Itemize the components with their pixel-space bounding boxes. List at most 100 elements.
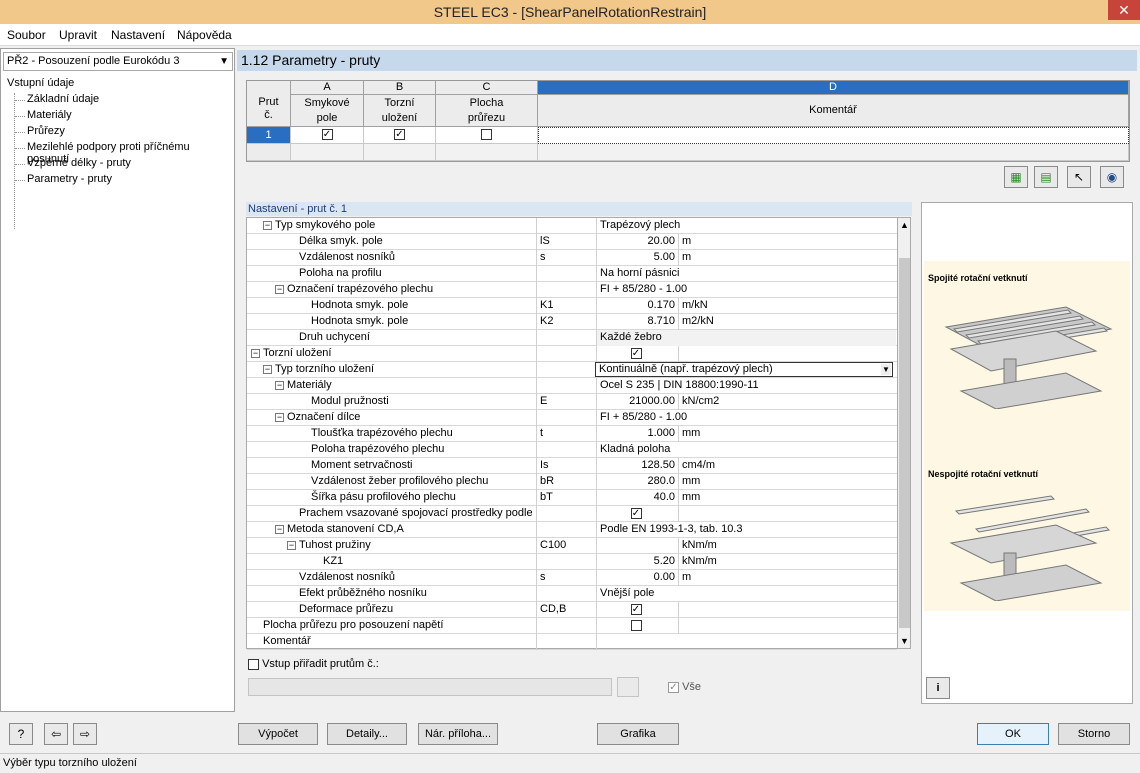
settings-row-value[interactable]: Každé žebro bbox=[596, 330, 896, 346]
cell-comment[interactable] bbox=[538, 127, 1129, 144]
settings-row[interactable]: Hodnota smyk. pole K1 0.170 m/kN bbox=[247, 298, 897, 314]
settings-row[interactable]: Deformace průřezu CD,B ✓ bbox=[247, 602, 897, 618]
checkbox-shear-panel[interactable]: ✓ bbox=[321, 128, 333, 140]
menu-edit[interactable]: Upravit bbox=[59, 28, 97, 42]
cancel-button[interactable]: Storno bbox=[1058, 723, 1130, 745]
settings-row-value[interactable]: FI + 85/280 - 1.00 bbox=[596, 410, 896, 426]
collapse-icon[interactable]: − bbox=[275, 380, 284, 390]
settings-row[interactable]: − Typ torzního uložení Kontinuálně (např. … bbox=[247, 362, 897, 378]
cell-empty[interactable] bbox=[538, 144, 1129, 161]
tree-item-buckling-lengths[interactable]: Vzpěrné délky - pruty bbox=[27, 157, 131, 169]
settings-row-value[interactable] bbox=[596, 618, 678, 634]
tree-root-input-data[interactable]: Vstupní údaje bbox=[7, 77, 74, 89]
national-annex-button[interactable]: Nár. příloha... bbox=[418, 723, 498, 745]
settings-row-value[interactable]: 0.00 bbox=[596, 570, 678, 586]
settings-row-value[interactable] bbox=[596, 538, 678, 554]
settings-row[interactable]: Efekt průběžného nosníku Vnější pole bbox=[247, 586, 897, 602]
ok-button[interactable]: OK bbox=[977, 723, 1049, 745]
assign-members-checkbox[interactable] bbox=[248, 658, 259, 670]
checkbox-cross-section-area[interactable] bbox=[481, 128, 492, 140]
settings-row[interactable]: Druh uchycení Každé žebro bbox=[247, 330, 897, 346]
settings-checkbox[interactable]: ✓ bbox=[630, 347, 642, 359]
settings-row-value[interactable]: ✓ bbox=[596, 602, 678, 618]
settings-row-value[interactable]: Ocel S 235 | DIN 18800:1990-11 bbox=[596, 378, 896, 394]
settings-row-value[interactable]: FI + 85/280 - 1.00 bbox=[596, 282, 896, 298]
settings-row-value[interactable]: 1.000 bbox=[596, 426, 678, 442]
select-pick-icon[interactable]: ↖ bbox=[1067, 166, 1091, 188]
settings-row[interactable]: − Metoda stanovení CD,A Podle EN 1993-1-3,… bbox=[247, 522, 897, 538]
settings-row[interactable]: Poloha trapézového plechu Kladná poloha bbox=[247, 442, 897, 458]
info-icon[interactable]: i bbox=[926, 677, 950, 699]
tree-item-cross-sections[interactable]: Průřezy bbox=[27, 125, 65, 137]
settings-checkbox[interactable]: ✓ bbox=[630, 507, 642, 519]
calculation-button[interactable]: Výpočet bbox=[238, 723, 318, 745]
tree-item-materials[interactable]: Materiály bbox=[27, 109, 72, 121]
view-eye-icon[interactable]: ◉ bbox=[1100, 166, 1124, 188]
torsional-restraint-type-select[interactable]: Kontinuálně (např. trapézový plech) ▼ bbox=[595, 362, 893, 377]
settings-row[interactable]: Šířka pásu profilového plechu bT 40.0 mm bbox=[247, 490, 897, 506]
settings-row-value[interactable]: ✓ bbox=[596, 506, 678, 522]
cell-empty[interactable] bbox=[436, 144, 538, 161]
settings-row[interactable]: Poloha na profilu Na horní pásnici bbox=[247, 266, 897, 282]
col-letter-c[interactable]: C bbox=[436, 81, 538, 95]
settings-row[interactable]: Vzdálenost nosníků s 0.00 m bbox=[247, 570, 897, 586]
settings-row-value[interactable]: Vnější pole bbox=[596, 586, 896, 602]
settings-row-value[interactable]: Podle EN 1993-1-3, tab. 10.3 bbox=[596, 522, 896, 538]
col-letter-a[interactable]: A bbox=[291, 81, 364, 95]
settings-row-value[interactable]: Kladná poloha bbox=[596, 442, 896, 458]
tree-item-basic-data[interactable]: Základní údaje bbox=[27, 93, 99, 105]
settings-row-value[interactable] bbox=[596, 634, 896, 650]
settings-row-value[interactable]: Trapézový plech bbox=[596, 218, 896, 234]
next-icon[interactable]: ⇨ bbox=[73, 723, 97, 745]
previous-icon[interactable]: ⇦ bbox=[44, 723, 68, 745]
settings-checkbox[interactable]: ✓ bbox=[630, 603, 642, 615]
collapse-icon[interactable]: − bbox=[263, 220, 272, 230]
settings-row[interactable]: Hodnota smyk. pole K2 8.710 m2/kN bbox=[247, 314, 897, 330]
import-excel-icon[interactable]: ▤ bbox=[1034, 166, 1058, 188]
settings-row-value[interactable]: 8.710 bbox=[596, 314, 678, 330]
col-letter-b[interactable]: B bbox=[364, 81, 436, 95]
assign-members-label[interactable]: Vstup přiřadit prutům č.: bbox=[248, 658, 379, 670]
row-number-empty[interactable] bbox=[247, 144, 291, 161]
collapse-icon[interactable]: − bbox=[275, 524, 284, 534]
help-icon[interactable]: ? bbox=[9, 723, 33, 745]
pick-members-icon[interactable] bbox=[617, 677, 639, 697]
settings-row-value[interactable]: 40.0 bbox=[596, 490, 678, 506]
export-excel-icon[interactable]: ▦ bbox=[1004, 166, 1028, 188]
settings-row-value[interactable]: 0.170 bbox=[596, 298, 678, 314]
checkbox-torsional-restraint[interactable]: ✓ bbox=[394, 128, 405, 140]
settings-row[interactable]: − Označení trapézového plechu FI + 85/280 … bbox=[247, 282, 897, 298]
settings-row[interactable]: Plocha průřezu pro posouzení napětí bbox=[247, 618, 897, 634]
chevron-down-icon[interactable]: ▼ bbox=[881, 364, 891, 375]
settings-row[interactable]: − Typ smykového pole Trapézový plech bbox=[247, 218, 897, 234]
settings-row-value[interactable]: 5.00 bbox=[596, 250, 678, 266]
settings-row[interactable]: Prachem vsazované spojovací prostředky p… bbox=[247, 506, 897, 522]
settings-row[interactable]: KZ1 5.20 kNm/m bbox=[247, 554, 897, 570]
collapse-icon[interactable]: − bbox=[263, 364, 272, 374]
all-members-check[interactable]: ✓ Vše bbox=[668, 681, 701, 693]
assign-members-input[interactable] bbox=[248, 678, 612, 696]
all-members-checkbox[interactable]: ✓ bbox=[668, 681, 679, 693]
collapse-icon[interactable]: − bbox=[275, 284, 284, 294]
col-letter-d[interactable]: D bbox=[538, 81, 1129, 95]
settings-row-value[interactable]: 280.0 bbox=[596, 474, 678, 490]
settings-row-value[interactable]: 21000.00 bbox=[596, 394, 678, 410]
row-number[interactable]: 1 bbox=[247, 127, 291, 144]
cell-empty[interactable] bbox=[364, 144, 436, 161]
settings-row[interactable]: Délka smyk. pole lS 20.00 m bbox=[247, 234, 897, 250]
settings-row[interactable]: Vzdálenost nosníků s 5.00 m bbox=[247, 250, 897, 266]
settings-row-value[interactable]: 20.00 bbox=[596, 234, 678, 250]
scroll-up-icon[interactable]: ▲ bbox=[900, 220, 909, 230]
cell-cross-section-area[interactable] bbox=[436, 127, 538, 144]
scroll-thumb[interactable] bbox=[899, 258, 910, 628]
settings-row[interactable]: Komentář bbox=[247, 634, 897, 650]
settings-row[interactable]: Tloušťka trapézového plechu t 1.000 mm bbox=[247, 426, 897, 442]
settings-checkbox[interactable] bbox=[630, 619, 642, 631]
settings-row[interactable]: Modul pružnosti E 21000.00 kN/cm2 bbox=[247, 394, 897, 410]
settings-row[interactable]: Moment setrvačnosti Is 128.50 cm4/m bbox=[247, 458, 897, 474]
settings-scrollbar[interactable]: ▲ ▼ bbox=[897, 217, 911, 649]
settings-row-value[interactable]: 5.20 bbox=[596, 554, 678, 570]
settings-row-value[interactable]: 128.50 bbox=[596, 458, 678, 474]
collapse-icon[interactable]: − bbox=[251, 348, 260, 358]
settings-row[interactable]: − Materiály Ocel S 235 | DIN 18800:1990-11 bbox=[247, 378, 897, 394]
